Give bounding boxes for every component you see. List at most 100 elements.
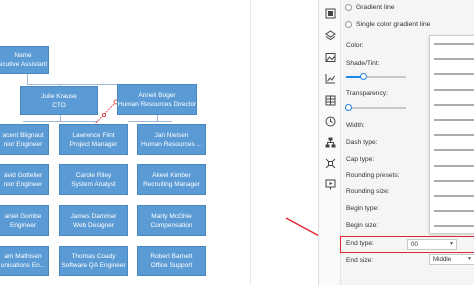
gradient-line-option[interactable]: Gradient line	[345, 4, 395, 11]
node-name: Akeel Kimber	[152, 171, 191, 179]
node-title: nior Engineer	[3, 140, 43, 148]
arrow-style-option[interactable]: 12	[430, 221, 474, 231]
node-name: Julie Krause	[41, 92, 77, 100]
node-name: Lawrence Flint	[72, 131, 115, 139]
begin-size-label: Begin size:	[346, 222, 379, 229]
node-title: Human Resources Director	[117, 100, 197, 108]
node-name: Marty McGhie	[151, 212, 192, 220]
arrow-style-option[interactable]: 08	[430, 161, 474, 171]
width-label: Width:	[346, 122, 365, 129]
connector	[27, 74, 28, 84]
arrow-style-option[interactable]: 06	[430, 130, 474, 140]
node-title: Recruiting Manager	[143, 180, 200, 188]
table-icon[interactable]	[322, 92, 338, 108]
transparency-slider[interactable]	[345, 104, 406, 111]
layers-icon[interactable]	[322, 27, 338, 43]
arrow-style-option[interactable]: 11	[430, 206, 474, 216]
end-type-value: 00	[411, 241, 418, 248]
org-node-executive-assistant[interactable]: Name ecutive Assistant	[0, 46, 49, 74]
node-title: Engineer	[9, 221, 37, 229]
slider-knob[interactable]	[360, 73, 367, 80]
org-node-staff[interactable]: Thomas Coady Software QA Engineer	[59, 246, 128, 276]
diagram-canvas[interactable]: Name ecutive Assistant Julie Krause CTO …	[0, 0, 318, 285]
node-name: Carole Riley	[75, 171, 112, 179]
end-type-dropdown-list[interactable]: 00 01 02 03 04 05 06 07 08 09 10 11 12	[429, 35, 474, 234]
option-label: Single color gradient line	[356, 21, 431, 28]
arrow-preview-icon	[434, 89, 474, 90]
arrow-style-option[interactable]: 01	[430, 54, 474, 64]
radio-button[interactable]	[345, 4, 352, 11]
chevron-down-icon: ▼	[467, 256, 472, 262]
node-name: am Mathisen	[4, 253, 42, 260]
present-icon[interactable]	[322, 176, 338, 192]
org-node-staff[interactable]: aniel Gombe Engineer	[0, 205, 49, 236]
org-node-staff[interactable]: Robert Barnett Office Support	[137, 246, 206, 276]
org-node-staff[interactable]: Akeel Kimber Recruiting Manager	[137, 164, 206, 195]
node-name: Anneli Boger	[138, 91, 176, 99]
arrow-preview-icon	[434, 180, 474, 182]
transparency-label: Transparency:	[346, 90, 388, 97]
node-title: Compensation	[150, 221, 193, 229]
clock-icon[interactable]	[322, 113, 338, 129]
node-name: Name	[14, 52, 32, 59]
node-title: Web Designer	[72, 221, 115, 229]
org-node-staff[interactable]: avid Gottelier nior Engineer	[0, 164, 49, 195]
org-node-staff[interactable]: acent Blignaut nior Engineer	[0, 124, 49, 155]
node-title: Human Resources ...	[140, 140, 203, 148]
org-node-cto[interactable]: Julie Krause CTO	[20, 86, 98, 115]
node-name: Thomas Coady	[71, 253, 116, 260]
node-title: Project Manager	[69, 140, 118, 148]
end-size-label: End size:	[346, 257, 374, 264]
arrow-style-option[interactable]: 09	[430, 176, 474, 186]
org-node-staff[interactable]: am Mathisen unications En...	[0, 246, 49, 276]
org-node-staff[interactable]: James Dammar Web Designer	[59, 205, 128, 236]
arrow-style-option[interactable]: 07	[430, 145, 474, 155]
org-node-staff[interactable]: Lawrence Flint Project Manager	[59, 124, 128, 155]
image-icon[interactable]	[322, 49, 338, 65]
single-color-gradient-option[interactable]: Single color gradient line	[345, 21, 430, 28]
fill-icon[interactable]	[322, 5, 338, 21]
node-name: acent Blignaut	[2, 131, 44, 139]
arrow-style-option[interactable]: 02	[430, 69, 474, 79]
property-panel: Gradient line Single color gradient line…	[318, 0, 474, 285]
org-node-staff[interactable]: Marty McGhie Compensation	[137, 205, 206, 236]
shade-label: Shade/Tint:	[346, 60, 380, 67]
arrow-style-option[interactable]: 10	[430, 191, 474, 201]
org-node-hr-director[interactable]: Anneli Boger Human Resources Director	[117, 84, 197, 115]
node-name: James Dammar	[70, 212, 117, 220]
org-node-staff[interactable]: Carole Riley System Analyst	[59, 164, 128, 195]
slider-knob[interactable]	[345, 104, 352, 111]
end-type-select[interactable]: 00 ▼	[407, 239, 457, 250]
end-size-select[interactable]: Middle ▼	[429, 254, 474, 265]
node-name: avid Gottelier	[3, 171, 43, 179]
org-node-staff[interactable]: Jan Nielsen Human Resources ...	[137, 124, 206, 155]
arrow-style-option[interactable]: 05	[430, 115, 474, 125]
option-label: Gradient line	[356, 4, 395, 11]
arrow-preview-icon	[434, 195, 474, 197]
arrow-style-option[interactable]: 00	[430, 39, 474, 49]
shade-slider[interactable]	[346, 73, 406, 80]
chart-icon[interactable]	[322, 70, 338, 86]
node-name: aniel Gombe	[4, 212, 42, 220]
arrow-preview-icon	[434, 165, 474, 166]
arrow-style-option[interactable]: 03	[430, 85, 474, 95]
arrow-preview-icon	[434, 225, 474, 227]
panel-toolstrip	[319, 0, 341, 285]
chevron-down-icon: ▼	[449, 241, 454, 247]
dash-type-label: Dash type:	[346, 139, 378, 146]
mind-map-icon[interactable]	[322, 155, 338, 171]
org-chart-icon[interactable]	[322, 134, 338, 150]
begin-type-label: Begin type:	[346, 205, 379, 212]
end-type-label: End type:	[346, 240, 374, 247]
node-name: Jan Nielsen	[154, 131, 189, 139]
arrow-preview-icon	[434, 104, 474, 106]
arrow-preview-icon	[434, 43, 474, 45]
node-title: System Analyst	[71, 180, 116, 188]
color-label: Color:	[346, 42, 364, 49]
arrow-style-option[interactable]: 04	[430, 100, 474, 110]
radio-button[interactable]	[345, 21, 352, 28]
node-title: nior Engineer	[3, 180, 43, 188]
rounding-size-label: Rounding size:	[346, 188, 390, 195]
arrow-preview-icon	[434, 134, 474, 136]
node-name: Robert Barnett	[150, 253, 193, 260]
